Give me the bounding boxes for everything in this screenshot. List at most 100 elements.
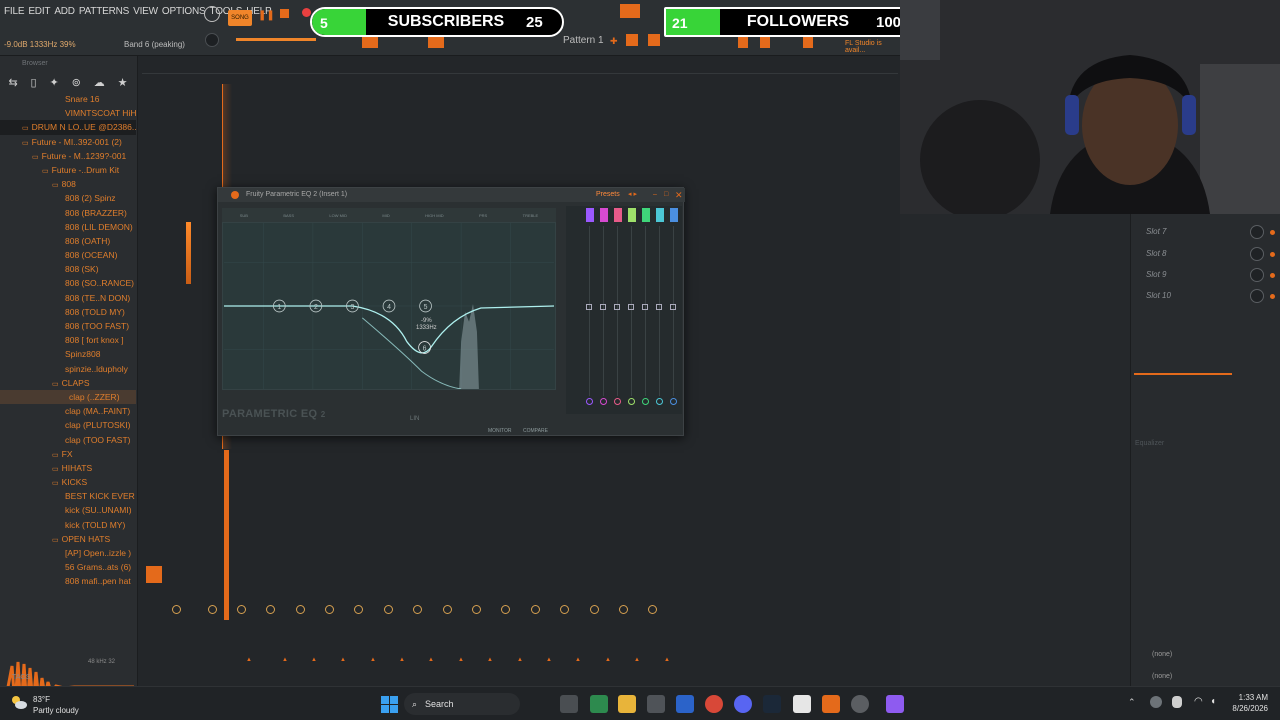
browser-folder-item[interactable]: ▭ KICKS bbox=[0, 475, 136, 489]
slot-7-enable[interactable] bbox=[1270, 230, 1275, 235]
band-3-gain-handle[interactable] bbox=[614, 304, 620, 310]
slot-9-enable[interactable] bbox=[1270, 273, 1275, 278]
volume-icon[interactable]: ◖ bbox=[1210, 696, 1216, 707]
band-1-gain-track[interactable] bbox=[589, 226, 590, 396]
taskbar-date[interactable]: 8/26/2026 bbox=[1222, 704, 1268, 713]
browser-folder-item[interactable]: ▭ DRUM N LO..UE @D2386... bbox=[0, 120, 136, 135]
add-pattern-icon[interactable]: ✚ bbox=[610, 36, 618, 47]
band-2-color-swatch[interactable] bbox=[600, 208, 608, 222]
slot-10-enable[interactable] bbox=[1270, 294, 1275, 299]
band-5-label[interactable]: 5 bbox=[424, 304, 428, 311]
insert-8-send-arrow-icon[interactable]: ▲ bbox=[458, 657, 464, 663]
browser-file-item[interactable]: Snare 16 bbox=[0, 92, 136, 106]
insert-9-pan-knob[interactable] bbox=[413, 605, 422, 614]
browser-file-item[interactable]: clap (..ZZER) bbox=[0, 389, 136, 405]
browser-file-item[interactable]: 808 (2) Spinz bbox=[0, 191, 136, 205]
browser-folder-item[interactable]: ▭ Future - M..1239?-001 bbox=[0, 149, 136, 163]
browser-folder-item[interactable]: ▭ OPEN HATS bbox=[0, 532, 136, 546]
browser-file-item[interactable]: 808 (OCEAN) bbox=[0, 248, 136, 262]
document-icon[interactable] bbox=[793, 695, 811, 713]
compare-button[interactable]: COMPARE bbox=[523, 428, 548, 434]
insert-9-send-arrow-icon[interactable]: ▲ bbox=[487, 657, 493, 663]
insert-3-pan-knob[interactable] bbox=[237, 605, 246, 614]
insert-17-pan-knob[interactable] bbox=[648, 605, 657, 614]
slot-10-mix-knob[interactable] bbox=[1250, 289, 1264, 303]
preset-arrows-icon[interactable]: ◂ ▸ bbox=[628, 188, 637, 202]
band-3-freq-knob[interactable] bbox=[614, 398, 621, 405]
band-5-color-swatch[interactable] bbox=[642, 208, 650, 222]
monitor-button[interactable]: MONITOR bbox=[488, 428, 512, 434]
band-3-gain-track[interactable] bbox=[617, 226, 618, 396]
steam-icon[interactable] bbox=[763, 695, 781, 713]
menu-edit[interactable]: EDIT bbox=[28, 6, 50, 17]
task-view-icon[interactable] bbox=[560, 695, 578, 713]
browser-folder-item[interactable]: ▭ Future -..Drum Kit bbox=[0, 163, 136, 177]
file-explorer-icon[interactable] bbox=[618, 695, 636, 713]
fx-slot-8[interactable]: Slot 8 bbox=[1146, 249, 1166, 258]
audio-input-select[interactable]: (none) bbox=[1152, 651, 1172, 658]
insert-8-pan-knob[interactable] bbox=[384, 605, 393, 614]
insert-6-pan-knob[interactable] bbox=[325, 605, 334, 614]
tags-label[interactable]: TAGS bbox=[12, 674, 31, 681]
fx-slot-7[interactable]: Slot 7 bbox=[1146, 227, 1166, 236]
lin-toggle[interactable]: LIN bbox=[410, 416, 419, 422]
insert-2-pan-knob[interactable] bbox=[208, 605, 217, 614]
insert-1-send-arrow-icon[interactable]: ▲ bbox=[246, 657, 252, 663]
band-6-gain-track[interactable] bbox=[659, 226, 660, 396]
band-6-color-swatch[interactable] bbox=[656, 208, 664, 222]
song-mode-button[interactable]: SONG bbox=[228, 10, 252, 26]
taskbar-search[interactable]: ⌕ Search bbox=[404, 693, 520, 715]
browser-file-item[interactable]: 808 (LIL DEMON) bbox=[0, 220, 136, 234]
band-6-label[interactable]: 6 bbox=[423, 345, 427, 352]
browser-file-item[interactable]: Spinz808 bbox=[0, 347, 136, 361]
insert-2-send-arrow-icon[interactable]: ▲ bbox=[282, 657, 288, 663]
menu-file[interactable]: FILE bbox=[4, 6, 25, 17]
mixer-icon[interactable] bbox=[760, 36, 770, 48]
band-7-freq-knob[interactable] bbox=[670, 398, 677, 405]
slot-7-mix-knob[interactable] bbox=[1250, 225, 1264, 239]
band-2-freq-knob[interactable] bbox=[600, 398, 607, 405]
fx-slot-9[interactable]: Slot 9 bbox=[1146, 270, 1166, 279]
browser-icon[interactable] bbox=[803, 36, 813, 48]
insert-1-pan-knob[interactable] bbox=[172, 605, 181, 614]
stop-icon[interactable] bbox=[280, 9, 289, 18]
band-2-gain-track[interactable] bbox=[603, 226, 604, 396]
eq-frequency-graph[interactable]: 1 2 3 4 5 6 bbox=[222, 222, 556, 390]
band-7-gain-handle[interactable] bbox=[670, 304, 676, 310]
browser-sample-icon[interactable]: ⊚ bbox=[72, 76, 81, 89]
browser-star-icon[interactable]: ★ bbox=[118, 76, 128, 89]
weather-description[interactable]: Partly cloudy bbox=[33, 706, 79, 715]
weather-temperature[interactable]: 83°F bbox=[33, 695, 50, 704]
band-4-gain-handle[interactable] bbox=[628, 304, 634, 310]
insert-11-send-arrow-icon[interactable]: ▲ bbox=[546, 657, 552, 663]
tray-chevron-icon[interactable]: ⌃ bbox=[1128, 697, 1136, 708]
browser-file-item[interactable]: 808 (TOO FAST) bbox=[0, 319, 136, 333]
band-1-label[interactable]: 1 bbox=[277, 304, 281, 311]
obs-icon[interactable] bbox=[851, 695, 869, 713]
insert-10-pan-knob[interactable] bbox=[443, 605, 452, 614]
browser-file-item[interactable]: 808 (SK) bbox=[0, 262, 136, 276]
fl-studio-icon[interactable] bbox=[822, 695, 840, 713]
browser-file-item[interactable]: 808 mafi..pen hat bbox=[0, 574, 136, 588]
edge-icon[interactable] bbox=[590, 695, 608, 713]
browser-folder-item[interactable]: ▭ 808 bbox=[0, 177, 136, 191]
browser-file-item[interactable]: clap (TOO FAST) bbox=[0, 433, 136, 447]
band-5-gain-handle[interactable] bbox=[642, 304, 648, 310]
microphone-icon[interactable] bbox=[1172, 696, 1182, 708]
insert-12-pan-knob[interactable] bbox=[501, 605, 510, 614]
gear-icon[interactable] bbox=[231, 191, 239, 199]
menu-view[interactable]: VIEW bbox=[133, 6, 158, 17]
insert-13-send-arrow-icon[interactable]: ▲ bbox=[605, 657, 611, 663]
insert-5-send-arrow-icon[interactable]: ▲ bbox=[370, 657, 376, 663]
minimize-icon[interactable]: – bbox=[653, 188, 657, 202]
insert-12-send-arrow-icon[interactable]: ▲ bbox=[575, 657, 581, 663]
insert-15-send-arrow-icon[interactable]: ▲ bbox=[664, 657, 670, 663]
store-icon[interactable] bbox=[647, 695, 665, 713]
fx-slot-10[interactable]: Slot 10 bbox=[1146, 291, 1171, 300]
browser-folder-item[interactable]: ▭ HIHATS bbox=[0, 461, 136, 475]
master-volume-slider[interactable] bbox=[236, 38, 316, 41]
app-icon[interactable] bbox=[886, 695, 904, 713]
discord-icon[interactable] bbox=[734, 695, 752, 713]
browser-folder-item[interactable]: ▭ Future - MI..392-001 (2) bbox=[0, 135, 136, 149]
band-1-freq-knob[interactable] bbox=[586, 398, 593, 405]
